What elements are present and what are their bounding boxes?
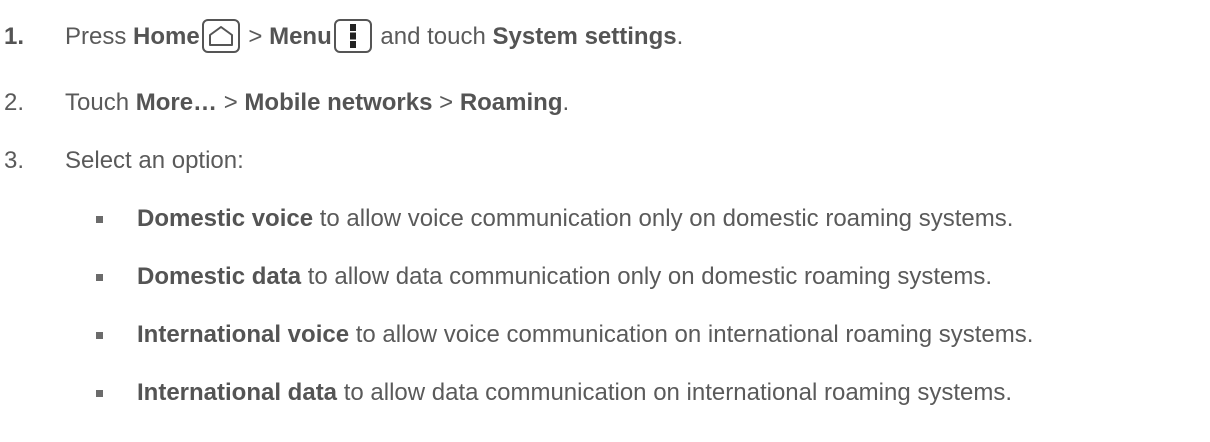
- more-term: More…: [135, 89, 218, 116]
- step-word: and touch: [380, 23, 486, 50]
- option-text: Domestic data to allow data communicatio…: [137, 259, 992, 295]
- option-term: International voice: [137, 321, 350, 348]
- separator: >: [223, 89, 238, 116]
- period: .: [562, 89, 570, 116]
- instructions-document: 1. Press Home > Menu and touch System se…: [0, 0, 1210, 442]
- bullet-icon: [96, 390, 103, 397]
- step-word: Touch: [65, 89, 130, 116]
- bullet-icon: [96, 216, 103, 223]
- step-number: 3.: [4, 147, 25, 174]
- menu-key-icon: [333, 18, 372, 53]
- option-term: Domestic voice: [137, 205, 314, 232]
- option-term: International data: [137, 379, 338, 406]
- option-desc: to allow data communication only on dome…: [307, 263, 993, 290]
- separator: >: [248, 23, 263, 50]
- step-number: 1.: [4, 23, 25, 50]
- step-text: Touch More… > Mobile networks > Roaming.: [65, 85, 569, 121]
- home-key-icon: [201, 18, 240, 53]
- separator: >: [439, 89, 454, 116]
- option-text: Domestic voice to allow voice communicat…: [137, 201, 1013, 237]
- bullet-icon: [96, 332, 103, 339]
- period: .: [676, 23, 684, 50]
- option-text: International data to allow data communi…: [137, 375, 1012, 411]
- roaming-term: Roaming: [459, 89, 563, 116]
- mobile-networks-term: Mobile networks: [244, 89, 433, 116]
- option-desc: to allow data communication on internati…: [343, 379, 1013, 406]
- option-text: International voice to allow voice commu…: [137, 317, 1033, 353]
- step-text: Press Home > Menu and touch System setti…: [65, 18, 684, 55]
- step-text: Select an option:: [65, 147, 244, 174]
- menu-term: Menu: [269, 23, 332, 50]
- step-word: Press: [65, 23, 127, 50]
- option-term: Domestic data: [137, 263, 302, 290]
- option-desc: to allow voice communication on internat…: [355, 321, 1034, 348]
- bullet-icon: [96, 274, 103, 281]
- system-settings-term: System settings: [492, 23, 677, 50]
- step-number: 2.: [4, 89, 25, 116]
- home-term: Home: [133, 23, 200, 50]
- option-desc: to allow voice communication only on dom…: [319, 205, 1014, 232]
